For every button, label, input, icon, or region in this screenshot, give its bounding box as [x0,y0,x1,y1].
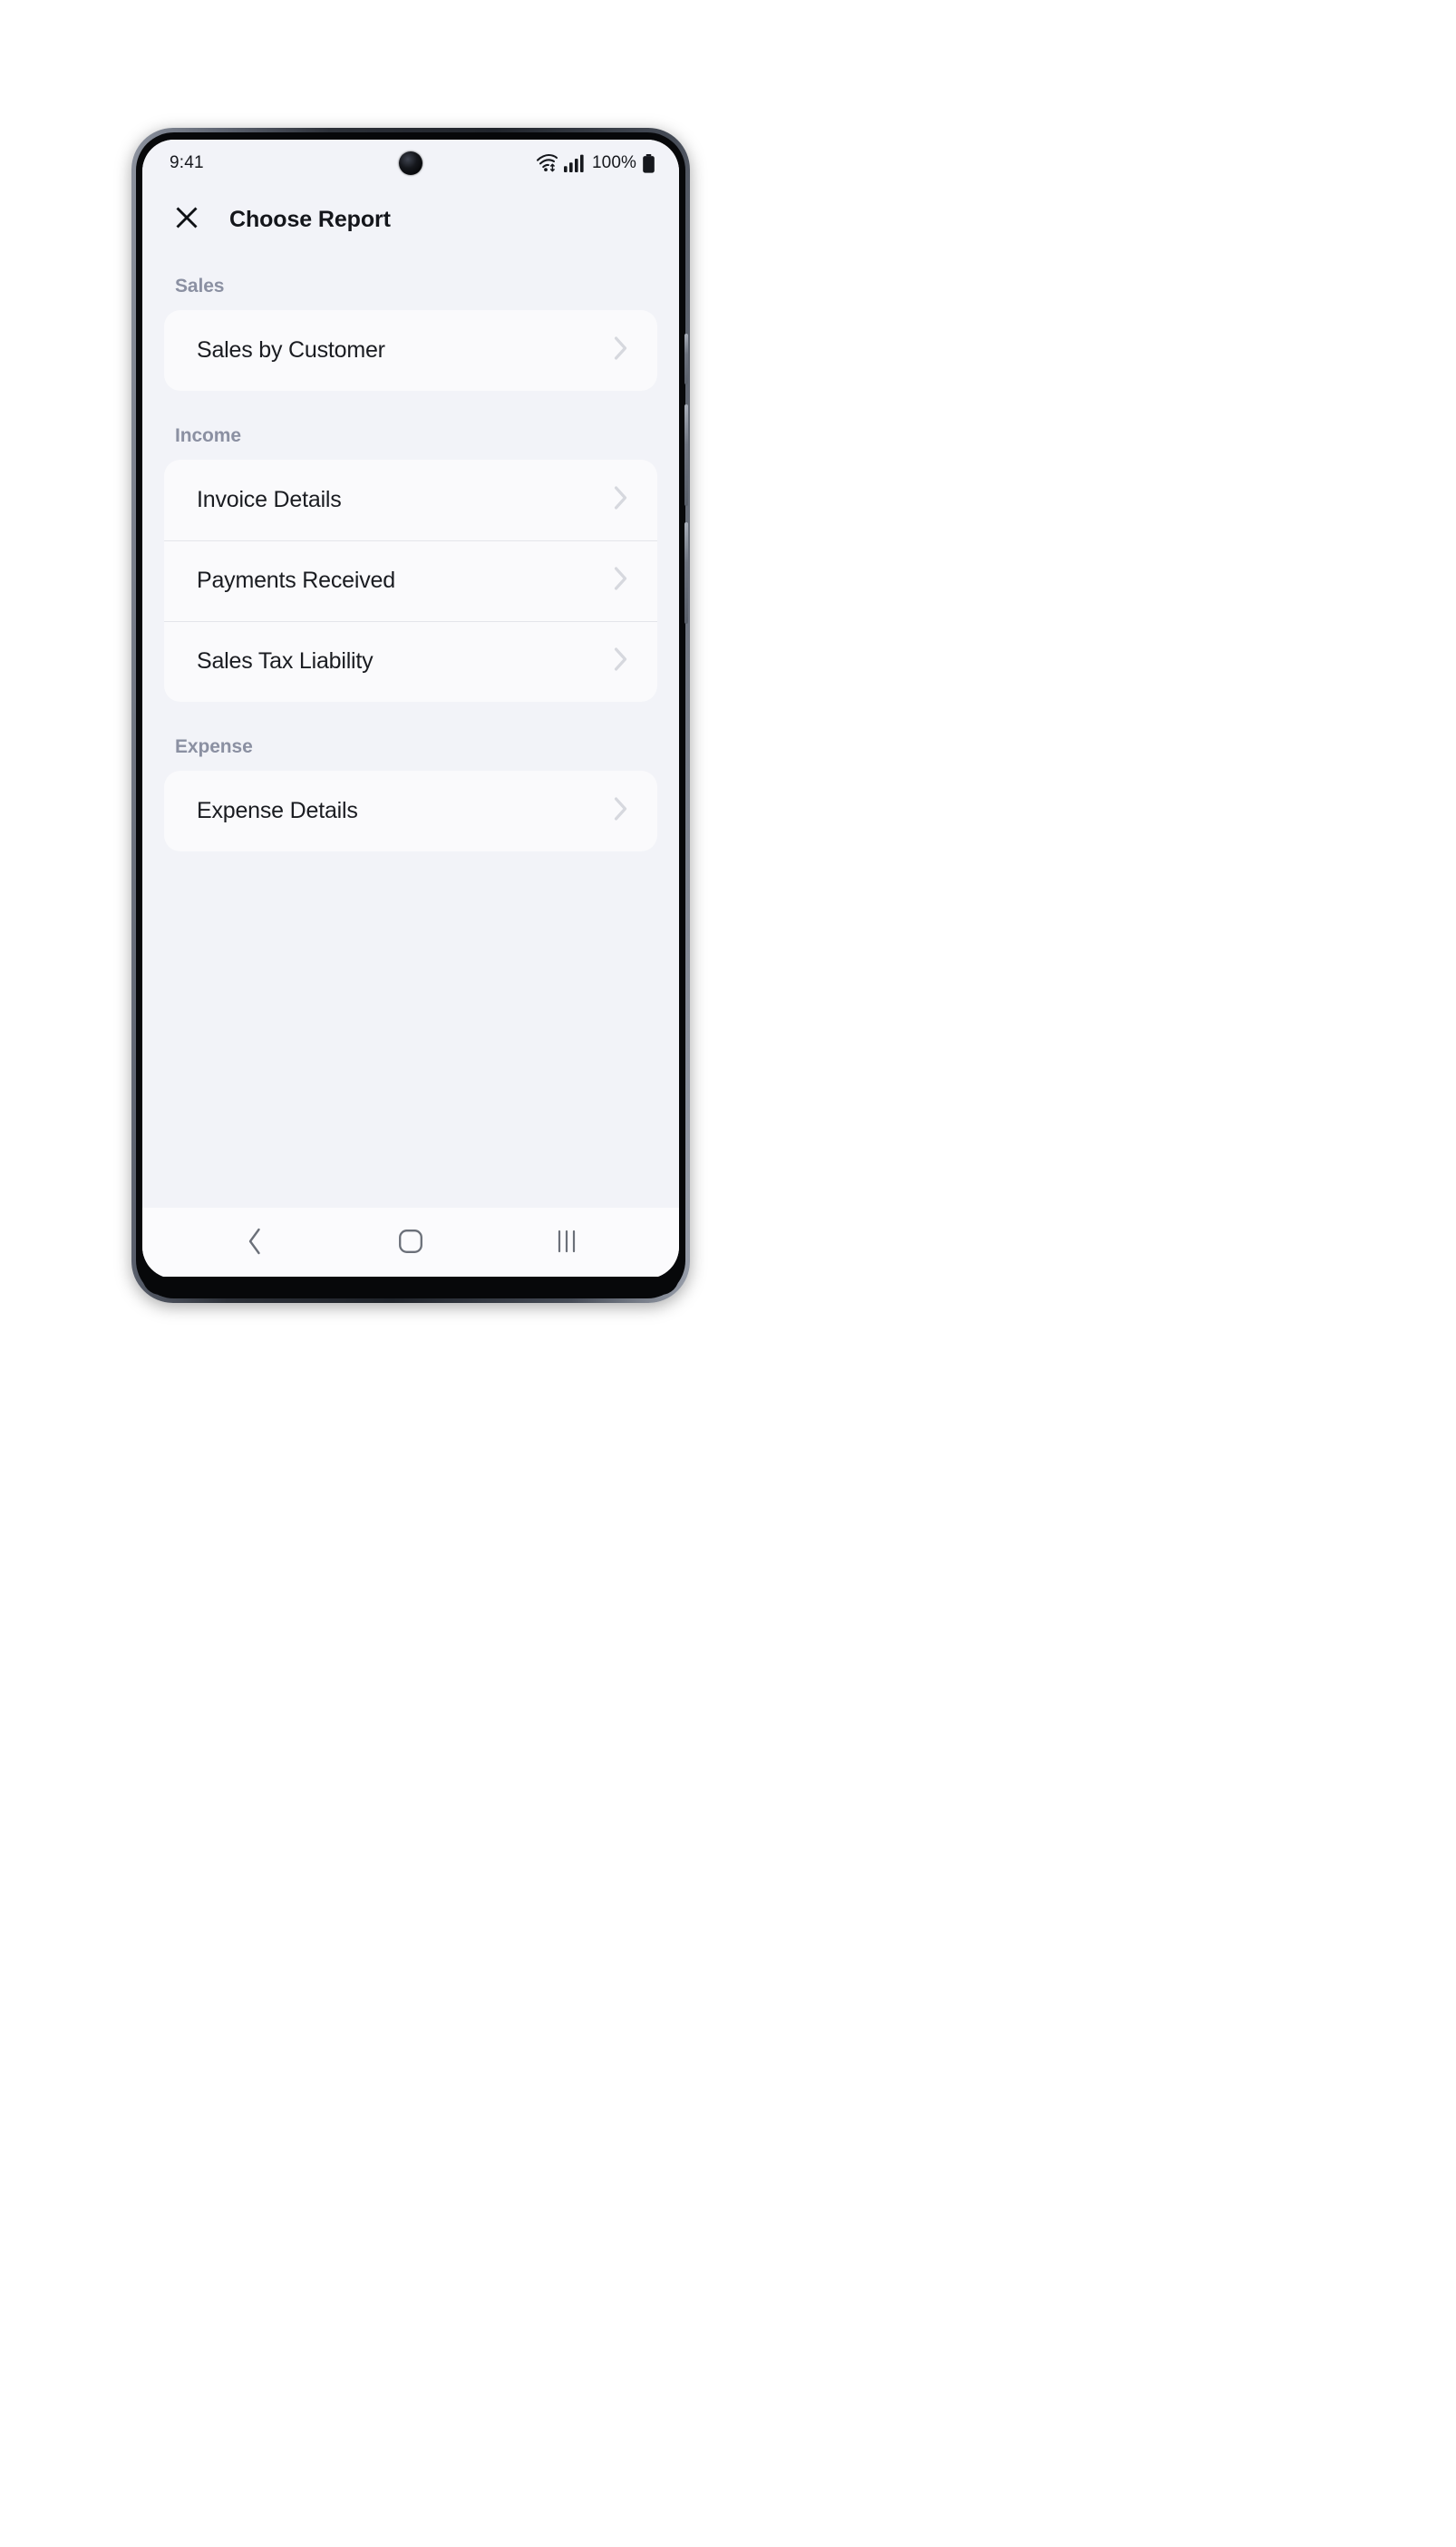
recents-icon [555,1229,578,1259]
phone-bezel: 9:41 100% Choose Report Sales Sales by C… [136,132,688,1298]
section-income: Income Invoice Details Payments Received [142,413,679,702]
status-time: 9:41 [170,153,204,172]
cellular-signal-icon [564,154,586,172]
battery-percentage: 100% [592,153,636,172]
card-expense: Expense Details [164,771,657,851]
list-item-label: Payments Received [197,568,395,593]
home-icon [398,1229,423,1259]
chevron-right-icon [614,485,628,515]
card-income: Invoice Details Payments Received Sales … [164,460,657,702]
list-item-expense-details[interactable]: Expense Details [164,771,657,851]
nav-back-button[interactable] [221,1218,288,1269]
section-label-sales: Sales [175,276,225,297]
battery-icon [642,153,655,173]
list-item-sales-by-customer[interactable]: Sales by Customer [164,310,657,391]
section-label-expense: Expense [175,736,253,757]
wifi-icon [536,153,558,173]
phone-screen: 9:41 100% Choose Report Sales Sales by C… [142,140,679,1278]
chevron-right-icon [614,796,628,826]
list-item-label: Sales by Customer [197,337,385,363]
volume-up-button[interactable] [684,404,688,506]
side-button-top[interactable] [684,334,688,384]
list-item-label: Expense Details [197,798,358,823]
back-icon [246,1227,264,1260]
chevron-right-icon [614,646,628,676]
list-item-payments-received[interactable]: Payments Received [164,540,657,621]
close-button[interactable] [168,200,206,238]
chevron-right-icon [614,566,628,596]
card-sales: Sales by Customer [164,310,657,391]
section-label-income: Income [175,425,241,446]
nav-home-button[interactable] [377,1218,444,1269]
section-expense: Expense Expense Details [142,724,679,851]
volume-down-button[interactable] [684,522,688,624]
android-navigation-bar [142,1208,679,1278]
section-sales: Sales Sales by Customer [142,263,679,391]
report-list: Sales Sales by Customer Income Invoice D… [142,252,679,1208]
phone-bottom-chin [142,1277,679,1295]
phone-frame: 9:41 100% Choose Report Sales Sales by C… [131,128,690,1303]
app-bar: Choose Report [142,187,679,252]
page-title: Choose Report [229,206,391,232]
close-icon [173,204,200,236]
front-camera-punch-hole [399,151,422,175]
status-indicators: 100% [536,153,655,173]
list-item-sales-tax-liability[interactable]: Sales Tax Liability [164,621,657,702]
nav-recents-button[interactable] [533,1218,600,1269]
list-item-label: Invoice Details [197,487,342,512]
status-bar: 9:41 100% [142,140,679,187]
list-item-label: Sales Tax Liability [197,648,374,674]
list-item-invoice-details[interactable]: Invoice Details [164,460,657,540]
chevron-right-icon [614,335,628,365]
